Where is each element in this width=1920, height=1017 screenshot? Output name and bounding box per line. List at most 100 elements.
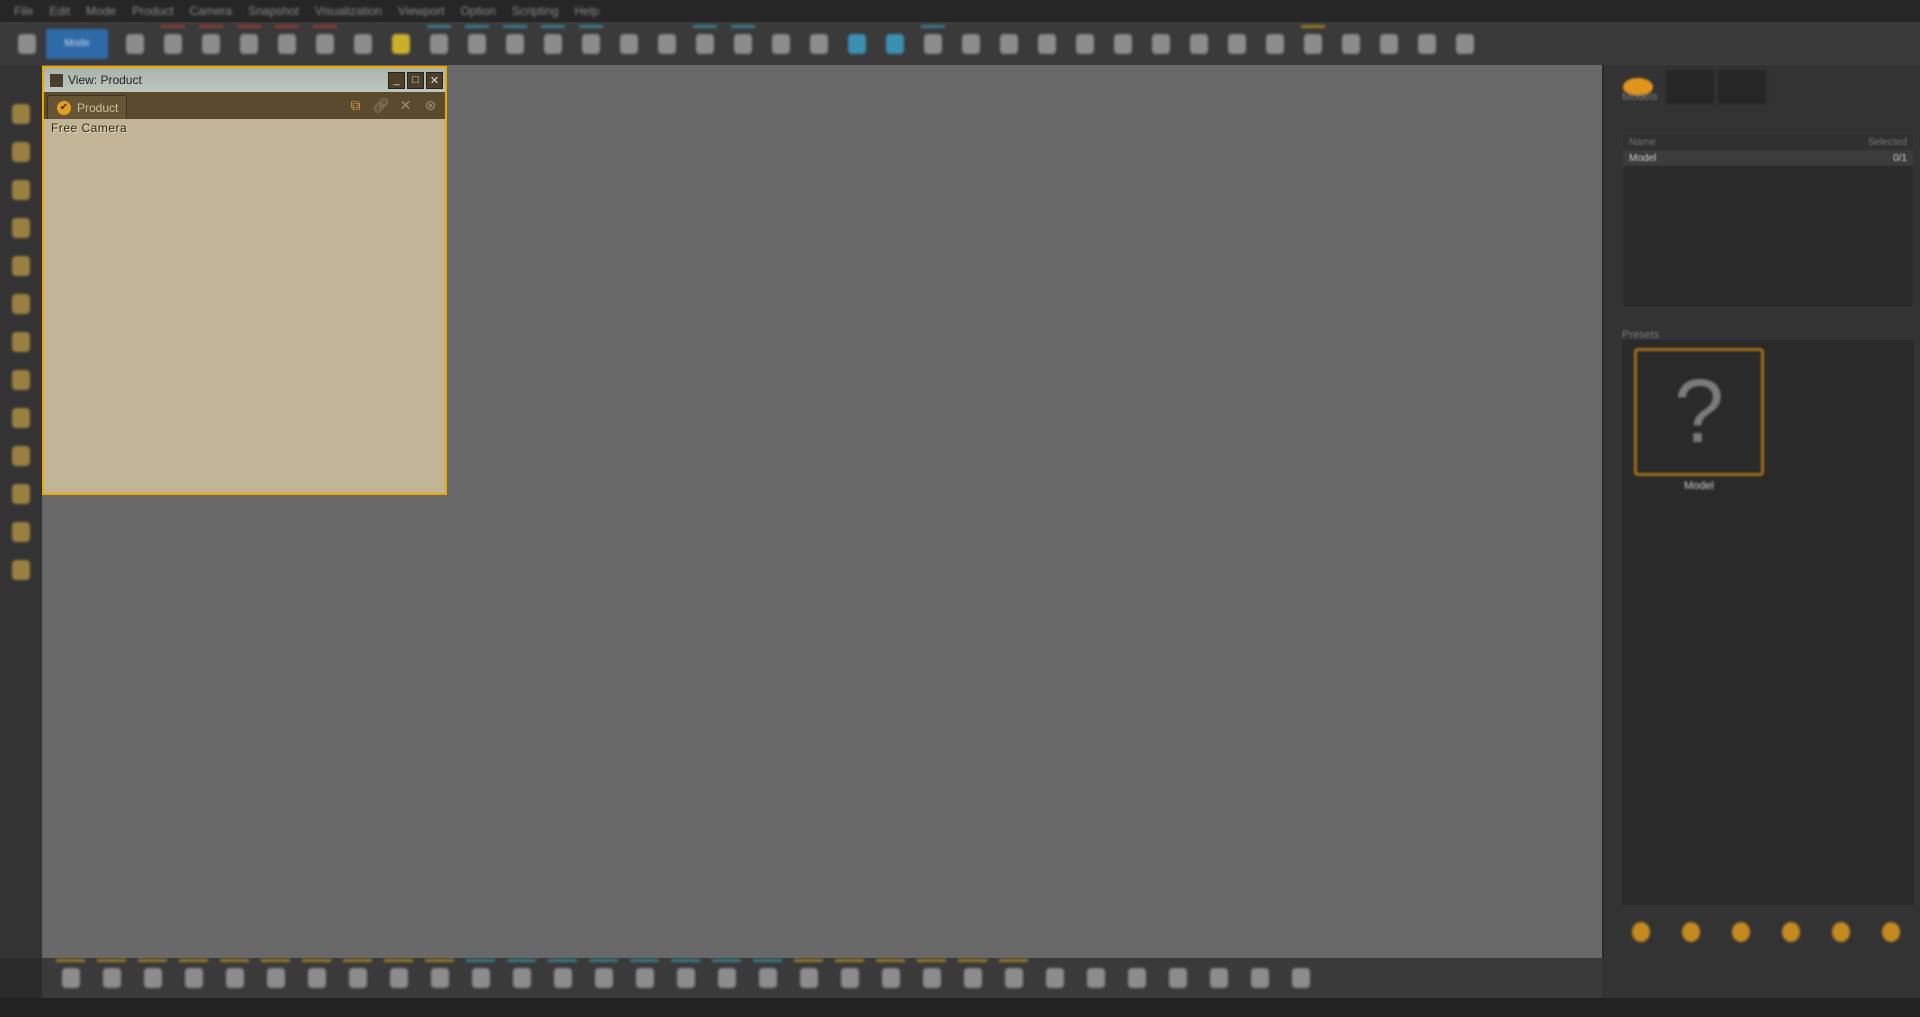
plane-icon[interactable] bbox=[613, 27, 645, 61]
view-icon[interactable] bbox=[1775, 915, 1807, 949]
snap-b-icon[interactable] bbox=[879, 27, 911, 61]
undo-icon[interactable] bbox=[309, 24, 341, 61]
monitor-icon[interactable] bbox=[995, 959, 1032, 995]
clip-icon[interactable] bbox=[831, 959, 868, 995]
close-button[interactable]: ✕ bbox=[426, 71, 443, 89]
orbit-icon[interactable] bbox=[461, 24, 493, 61]
keyboard-icon[interactable] bbox=[1036, 961, 1073, 995]
globe-a-icon[interactable] bbox=[1107, 27, 1139, 61]
lens-icon[interactable] bbox=[667, 959, 704, 995]
ruler-icon[interactable] bbox=[1159, 961, 1196, 995]
pivot-icon[interactable] bbox=[1031, 27, 1063, 61]
window-menu-icon[interactable] bbox=[50, 73, 63, 87]
pointer-icon[interactable] bbox=[119, 27, 151, 61]
settings-icon[interactable] bbox=[1373, 27, 1405, 61]
measure-icon[interactable] bbox=[917, 24, 949, 61]
maximize-button[interactable]: □ bbox=[407, 71, 424, 89]
paint-icon[interactable] bbox=[1200, 961, 1237, 995]
hand-icon[interactable] bbox=[423, 24, 455, 61]
sphere-icon[interactable] bbox=[5, 403, 37, 433]
walk-icon[interactable] bbox=[651, 27, 683, 61]
animation-icon[interactable] bbox=[5, 327, 37, 357]
light-beam-icon[interactable] bbox=[708, 959, 745, 995]
snap-a-icon[interactable] bbox=[841, 27, 873, 61]
globe-b-icon[interactable] bbox=[1145, 27, 1177, 61]
render-icon[interactable] bbox=[5, 251, 37, 281]
fly-icon[interactable] bbox=[575, 24, 607, 61]
close-icon[interactable] bbox=[1875, 915, 1907, 949]
compass-icon[interactable] bbox=[421, 959, 458, 995]
light-icon[interactable] bbox=[5, 137, 37, 167]
menu-item[interactable]: Scripting bbox=[512, 4, 559, 18]
figure-icon[interactable] bbox=[380, 959, 417, 995]
rotate-icon[interactable] bbox=[765, 27, 797, 61]
timer-icon[interactable] bbox=[913, 959, 950, 995]
free-icon[interactable] bbox=[1297, 24, 1329, 61]
tab-bookmarks[interactable] bbox=[1666, 70, 1714, 104]
zoom-icon[interactable] bbox=[499, 24, 531, 61]
video-icon[interactable] bbox=[626, 959, 663, 995]
window-swap-icon[interactable]: ⧉ bbox=[347, 97, 364, 114]
menu-item[interactable]: Help bbox=[575, 4, 600, 18]
image-icon[interactable] bbox=[5, 441, 37, 471]
preset-thumbnail[interactable]: ? bbox=[1634, 348, 1764, 476]
menu-item[interactable]: Camera bbox=[189, 4, 232, 18]
open-folder-icon[interactable] bbox=[195, 24, 227, 61]
tree-icon[interactable] bbox=[339, 959, 376, 995]
ruler-icon[interactable] bbox=[955, 27, 987, 61]
pin-icon[interactable] bbox=[544, 959, 581, 995]
refresh-icon[interactable] bbox=[1411, 27, 1443, 61]
info-icon[interactable] bbox=[1449, 27, 1481, 61]
material-icon[interactable] bbox=[5, 213, 37, 243]
tripod-icon[interactable] bbox=[689, 24, 721, 61]
link-icon[interactable]: 🔗︎ bbox=[372, 97, 390, 114]
texture-b-icon[interactable] bbox=[175, 959, 212, 995]
field-icon[interactable] bbox=[1069, 27, 1101, 61]
scene-icon[interactable] bbox=[5, 99, 37, 129]
environment-icon[interactable] bbox=[5, 175, 37, 205]
photo-icon[interactable] bbox=[5, 479, 37, 509]
tab-camera[interactable] bbox=[1718, 70, 1766, 104]
select-icon[interactable] bbox=[385, 27, 417, 61]
terrain-icon[interactable] bbox=[52, 959, 89, 995]
models-list[interactable]: Name Selected Model 0/1 bbox=[1622, 133, 1914, 308]
camera-icon[interactable] bbox=[537, 24, 569, 61]
table-row[interactable]: Model 0/1 bbox=[1623, 150, 1913, 166]
menu-item[interactable]: Visualization bbox=[315, 4, 382, 18]
target-icon[interactable] bbox=[993, 27, 1025, 61]
minimize-button[interactable]: _ bbox=[388, 71, 405, 89]
sun-icon[interactable] bbox=[257, 959, 294, 995]
col-name[interactable]: Name bbox=[1629, 137, 1656, 148]
vector-icon[interactable] bbox=[1118, 961, 1155, 995]
spot-icon[interactable] bbox=[503, 959, 540, 995]
contrast-icon[interactable] bbox=[790, 959, 827, 995]
menu-item[interactable]: Option bbox=[460, 4, 495, 18]
menu-item[interactable]: Edit bbox=[49, 4, 70, 18]
menu-item[interactable]: Product bbox=[132, 4, 173, 18]
scale-icon[interactable] bbox=[803, 27, 835, 61]
mode-button[interactable]: Mode bbox=[46, 28, 108, 59]
grid-c-icon[interactable] bbox=[1259, 27, 1291, 61]
save-icon[interactable] bbox=[233, 24, 265, 61]
cloud-icon[interactable] bbox=[216, 959, 253, 995]
tools-icon[interactable]: ✕ bbox=[397, 97, 414, 114]
col-selected[interactable]: Selected bbox=[1868, 137, 1907, 148]
lamp-icon[interactable] bbox=[5, 289, 37, 319]
move-icon[interactable] bbox=[727, 24, 759, 61]
grid-a-icon[interactable] bbox=[1183, 27, 1215, 61]
view-window-titlebar[interactable]: View: Product _ □ ✕ bbox=[44, 68, 445, 92]
new-file-icon[interactable] bbox=[157, 24, 189, 61]
grid-b-icon[interactable] bbox=[1221, 27, 1253, 61]
chart-icon[interactable] bbox=[5, 517, 37, 547]
pen-icon[interactable] bbox=[1077, 961, 1114, 995]
speaker-icon[interactable] bbox=[1241, 961, 1278, 995]
gauge-icon[interactable] bbox=[954, 959, 991, 995]
vr-icon[interactable] bbox=[5, 365, 37, 395]
menu-item[interactable]: Viewport bbox=[398, 4, 444, 18]
redo-icon[interactable] bbox=[347, 27, 379, 61]
axes-icon[interactable] bbox=[1282, 961, 1319, 995]
add-icon[interactable] bbox=[1625, 915, 1657, 949]
add-multiple-icon[interactable] bbox=[1675, 915, 1707, 949]
headphones-icon[interactable] bbox=[872, 959, 909, 995]
free-icon[interactable] bbox=[5, 555, 37, 585]
